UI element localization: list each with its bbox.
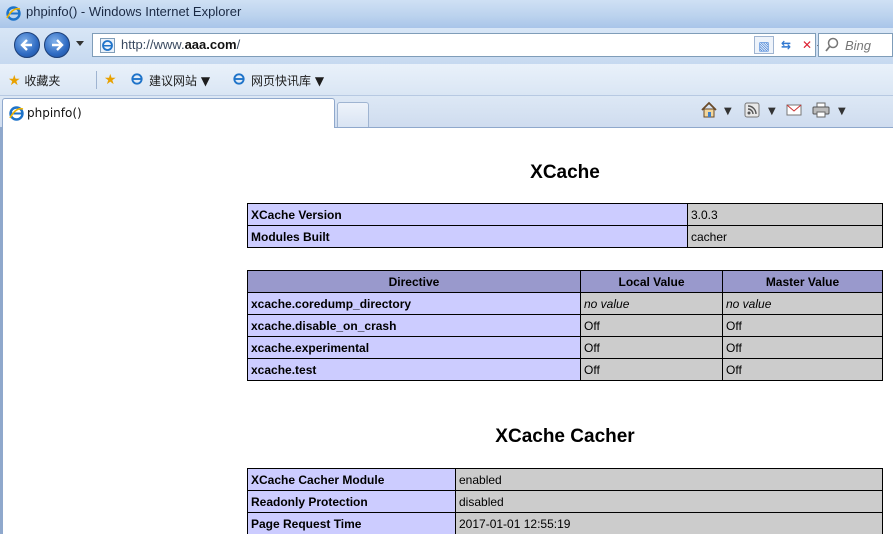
compatibility-view-button[interactable]: ▧	[754, 36, 774, 54]
cacher-value: disabled	[455, 490, 883, 513]
address-url[interactable]: http://www.aaa.com/	[121, 37, 240, 52]
cacher-key: XCache Cacher Module	[247, 468, 456, 491]
directive-local-value: Off	[580, 358, 723, 381]
cacher-key: Readonly Protection	[247, 490, 456, 513]
search-icon	[825, 37, 839, 57]
table-header-row: Directive Local Value Master Value	[247, 270, 883, 293]
info-value: cacher	[687, 225, 883, 248]
info-key: Modules Built	[247, 225, 688, 248]
directive-name: xcache.test	[247, 358, 581, 381]
directive-master-value: Off	[722, 314, 883, 337]
xcache-info-table: XCache Version 3.0.3 Modules Built cache…	[247, 203, 883, 248]
cacher-key: Page Request Time	[247, 512, 456, 534]
table-row: xcache.coredump_directory no value no va…	[247, 292, 883, 315]
table-row: XCache Version 3.0.3	[247, 203, 883, 226]
star-icon: ★	[8, 73, 21, 89]
info-value: 3.0.3	[687, 203, 883, 226]
favorites-item-web-slice-gallery[interactable]: 网页快讯库 ▼	[232, 72, 324, 89]
directive-local-value: no value	[580, 292, 723, 315]
directive-name: xcache.experimental	[247, 336, 581, 359]
arrow-right-icon	[52, 39, 64, 51]
favorites-separator	[96, 71, 97, 89]
column-header-local-value: Local Value	[580, 270, 723, 293]
favorites-item-suggested-sites[interactable]: 建议网站 ▼	[130, 72, 210, 89]
table-row: Page Request Time 2017-01-01 12:55:19	[247, 512, 883, 534]
new-tab-button[interactable]	[337, 102, 369, 127]
xcache-cacher-table: XCache Cacher Module enabled Readonly Pr…	[247, 468, 883, 534]
read-mail-button[interactable]	[786, 103, 802, 121]
ie-logo-icon	[6, 6, 21, 21]
print-button[interactable]	[812, 102, 830, 122]
directive-master-value: Off	[722, 358, 883, 381]
rss-feed-icon	[744, 102, 760, 118]
window-title-bar: phpinfo() - Windows Internet Explorer	[0, 0, 893, 28]
tab-label: phpinfo()	[27, 106, 82, 120]
page-icon	[100, 38, 115, 53]
mail-icon	[786, 104, 802, 116]
stop-button[interactable]: ✕	[797, 36, 817, 54]
add-favorite-icon: ★	[104, 72, 117, 88]
directive-master-value: Off	[722, 336, 883, 359]
xcache-directive-table: Directive Local Value Master Value xcach…	[247, 270, 883, 381]
section-title-xcache-cacher: XCache Cacher	[495, 426, 635, 447]
favorites-button[interactable]: ★ 收藏夹	[8, 72, 60, 89]
back-button[interactable]	[14, 32, 40, 58]
recent-pages-dropdown-icon[interactable]	[76, 41, 84, 46]
directive-name: xcache.coredump_directory	[247, 292, 581, 315]
tab-phpinfo[interactable]: phpinfo()	[2, 98, 335, 128]
table-row: Readonly Protection disabled	[247, 490, 883, 513]
table-row: xcache.test Off Off	[247, 358, 883, 381]
add-to-favorites-button[interactable]: ★	[104, 72, 117, 88]
column-header-directive: Directive	[247, 270, 581, 293]
tab-bar: phpinfo() ▼ ▼ ▼	[0, 96, 893, 128]
suggested-sites-icon	[130, 72, 145, 87]
section-title-xcache: XCache	[530, 162, 600, 183]
search-box[interactable]: Bing	[818, 33, 893, 57]
window-title: phpinfo() - Windows Internet Explorer	[26, 4, 242, 19]
web-slice-icon	[232, 72, 247, 87]
forward-button[interactable]	[44, 32, 70, 58]
info-key: XCache Version	[247, 203, 688, 226]
directive-name: xcache.disable_on_crash	[247, 314, 581, 337]
table-row: XCache Cacher Module enabled	[247, 468, 883, 491]
favorites-bar: ★ 收藏夹 ★ 建议网站 ▼ 网页快讯库 ▼	[0, 64, 893, 96]
cacher-value: enabled	[455, 468, 883, 491]
navigation-bar: http://www.aaa.com/ ▧ ⇆ ✕ Bing	[0, 28, 893, 64]
home-icon	[701, 101, 717, 118]
tab-ie-icon	[9, 106, 24, 121]
refresh-button[interactable]: ⇆	[776, 36, 796, 54]
directive-master-value: no value	[722, 292, 883, 315]
search-placeholder: Bing	[845, 38, 872, 53]
address-bar[interactable]: http://www.aaa.com/	[92, 33, 825, 57]
printer-icon	[812, 102, 830, 118]
table-row: xcache.disable_on_crash Off Off	[247, 314, 883, 337]
directive-local-value: Off	[580, 336, 723, 359]
page-content: XCache XCache Version 3.0.3 Modules Buil…	[0, 128, 893, 534]
home-button[interactable]	[700, 101, 718, 123]
feeds-button[interactable]	[744, 102, 760, 122]
directive-local-value: Off	[580, 314, 723, 337]
home-dropdown-icon[interactable]: ▼	[724, 106, 732, 117]
arrow-left-icon	[20, 39, 32, 51]
cacher-value: 2017-01-01 12:55:19	[455, 512, 883, 534]
feeds-dropdown-icon[interactable]: ▼	[768, 106, 776, 117]
table-row: Modules Built cacher	[247, 225, 883, 248]
column-header-master-value: Master Value	[722, 270, 883, 293]
table-row: xcache.experimental Off Off	[247, 336, 883, 359]
print-dropdown-icon[interactable]: ▼	[838, 106, 846, 117]
